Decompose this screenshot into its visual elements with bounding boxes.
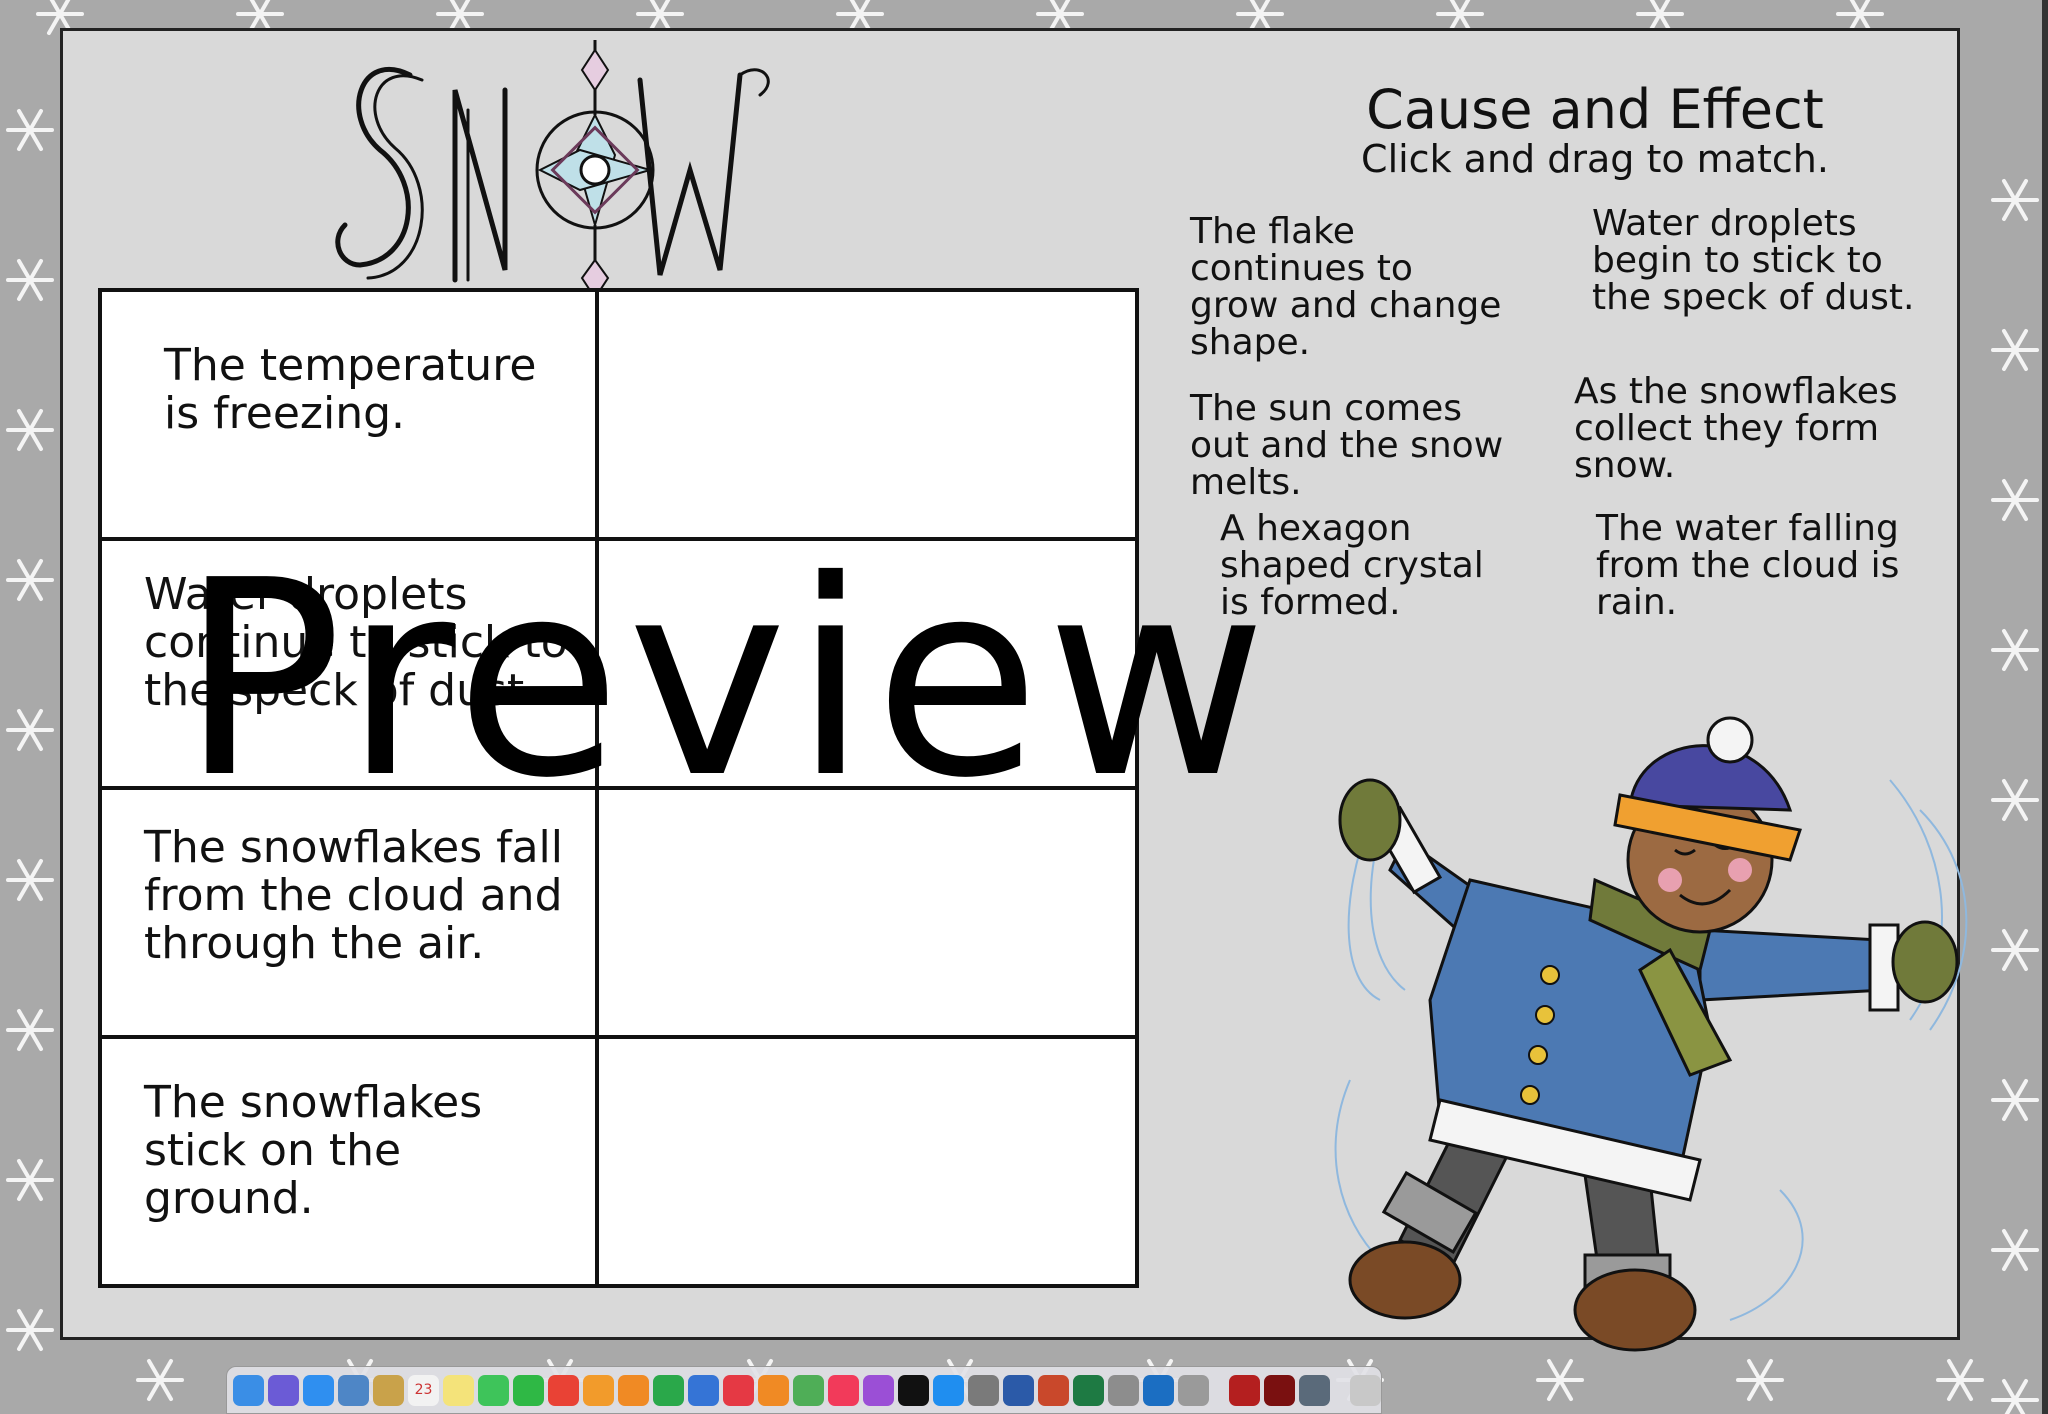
cause-cell: The temperature is freezing. — [98, 288, 599, 541]
acrobat-dc-icon[interactable] — [1264, 1374, 1295, 1406]
safari-icon[interactable] — [303, 1374, 334, 1406]
snow-angel-child-illustration — [1334, 716, 1968, 1352]
effect-card[interactable]: The sun comes out and the snow melts. — [1190, 390, 1530, 501]
books-icon[interactable] — [758, 1374, 789, 1406]
table-row: Water droplets continue to stick to the … — [98, 537, 1139, 790]
numbers-icon[interactable] — [653, 1374, 684, 1406]
calendar-icon[interactable]: 23 — [408, 1374, 439, 1406]
news-icon[interactable] — [723, 1374, 754, 1406]
acrobat-icon[interactable] — [1229, 1374, 1260, 1406]
snowflake-decoration-icon — [6, 258, 54, 302]
snowflake-decoration-icon — [1991, 178, 2039, 222]
directory-icon[interactable] — [1178, 1374, 1209, 1406]
cause-text: Water droplets continue to stick to the … — [144, 569, 568, 716]
chrome-icon[interactable] — [548, 1374, 579, 1406]
snowflake-decoration-icon — [6, 558, 54, 602]
effect-drop-zone[interactable] — [595, 288, 1139, 541]
snowflake-decoration-icon — [6, 1158, 54, 1202]
snowflake-decoration-icon — [1991, 1378, 2039, 1414]
window-edge — [2042, 0, 2048, 1414]
appstore-icon[interactable] — [933, 1374, 964, 1406]
snowflake-icon — [535, 40, 655, 305]
stickies-icon[interactable] — [443, 1374, 474, 1406]
finder-icon[interactable] — [233, 1374, 264, 1406]
podcasts-icon[interactable] — [863, 1374, 894, 1406]
powerpoint-icon[interactable] — [1038, 1374, 1069, 1406]
snowflake-decoration-icon — [136, 1358, 184, 1402]
image-capture-icon[interactable] — [1299, 1374, 1330, 1406]
cause-cell: The snowflakes fall from the cloud and t… — [98, 786, 599, 1039]
snowflake-decoration-icon — [1991, 328, 2039, 372]
effect-drop-zone[interactable] — [595, 786, 1139, 1039]
snowflake-decoration-icon — [1991, 628, 2039, 672]
siri-icon[interactable] — [268, 1374, 299, 1406]
effect-card[interactable]: Water droplets begin to stick to the spe… — [1592, 205, 1922, 316]
keynote-icon[interactable] — [688, 1374, 719, 1406]
cause-cell: The snowflakes stick on the ground. — [98, 1035, 599, 1288]
excel-icon[interactable] — [1073, 1374, 1104, 1406]
cause-cell: Water droplets continue to stick to the … — [98, 537, 599, 790]
snowflake-decoration-icon — [6, 108, 54, 152]
snow-logo — [335, 40, 770, 305]
snowflake-decoration-icon — [6, 858, 54, 902]
table-row: The snowflakes stick on the ground. — [98, 1035, 1139, 1288]
photos-icon[interactable] — [583, 1374, 614, 1406]
music-icon[interactable] — [828, 1374, 859, 1406]
effect-card[interactable]: The flake continues to grow and change s… — [1190, 213, 1510, 361]
table-row: The snowflakes fall from the cloud and t… — [98, 786, 1139, 1039]
effect-card[interactable]: A hexagon shaped crystal is formed. — [1220, 510, 1520, 621]
effect-drop-zone[interactable] — [595, 1035, 1139, 1288]
effect-card[interactable]: The water falling from the cloud is rain… — [1596, 510, 1916, 621]
facetime-icon[interactable] — [513, 1374, 544, 1406]
snowflake-decoration-icon — [1991, 478, 2039, 522]
cause-text: The snowflakes fall from the cloud and t… — [144, 822, 564, 969]
word-icon[interactable] — [1003, 1374, 1034, 1406]
maps-icon[interactable] — [793, 1374, 824, 1406]
snowflake-decoration-icon — [6, 1008, 54, 1052]
notes-icon[interactable] — [373, 1374, 404, 1406]
pages-icon[interactable] — [618, 1374, 649, 1406]
outlook-icon[interactable] — [1143, 1374, 1174, 1406]
snowflake-decoration-icon — [6, 1308, 54, 1352]
preview-icon[interactable] — [338, 1374, 369, 1406]
table-row: The temperature is freezing. — [98, 288, 1139, 541]
appletv-icon[interactable] — [898, 1374, 929, 1406]
page-title: Cause and Effect — [1366, 78, 1824, 141]
page-subtitle: Click and drag to match. — [1361, 137, 1829, 181]
trash-icon[interactable] — [1350, 1374, 1381, 1406]
effect-drop-zone[interactable] — [595, 537, 1139, 790]
effect-card[interactable]: As the snowflakes collect they form snow… — [1574, 373, 1914, 484]
cause-text: The snowflakes stick on the ground. — [144, 1077, 483, 1224]
systemprefs-icon[interactable] — [968, 1374, 999, 1406]
cause-effect-table: The temperature is freezing. Water dropl… — [98, 288, 1139, 1288]
cause-text: The temperature is freezing. — [164, 340, 537, 439]
launchpad-icon[interactable] — [1108, 1374, 1139, 1406]
messages-icon[interactable] — [478, 1374, 509, 1406]
macos-dock: 23 — [226, 1366, 1382, 1414]
snowflake-decoration-icon — [6, 408, 54, 452]
snowflake-decoration-icon — [6, 708, 54, 752]
